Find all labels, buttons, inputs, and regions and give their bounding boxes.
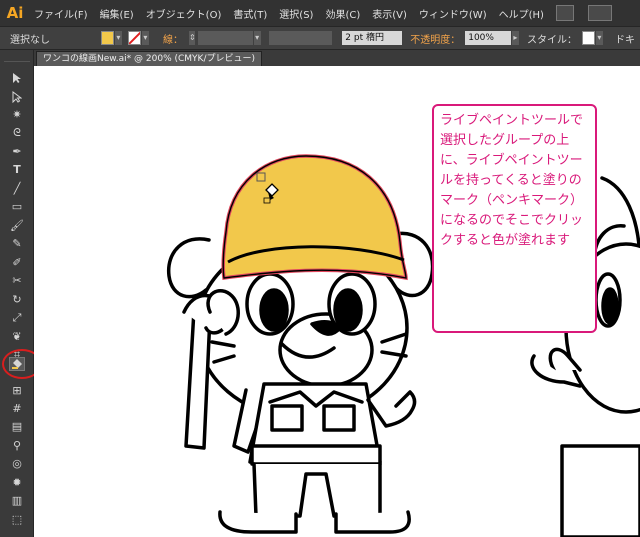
- menu-bar: Ai ファイル(F) 編集(E) オブジェクト(O) 書式(T) 選択(S) 効…: [0, 0, 640, 26]
- menu-object[interactable]: オブジェクト(O): [140, 6, 228, 21]
- paintbrush-tool-icon[interactable]: 🖌: [9, 219, 25, 233]
- menu-help[interactable]: ヘルプ(H): [493, 6, 550, 21]
- bridge-icon[interactable]: [555, 5, 574, 21]
- brush-definition[interactable]: 2 pt 楕円: [342, 31, 403, 45]
- arrange-documents-icon[interactable]: [587, 5, 612, 21]
- stroke-swatch[interactable]: [127, 31, 141, 45]
- scissors-tool-icon[interactable]: ✂: [9, 274, 25, 288]
- callout-text: ライブペイントツールで選択したグループの上に、ライブペイントツールを持ってくると…: [440, 113, 584, 248]
- blob-brush-tool-icon[interactable]: ✐: [9, 256, 25, 270]
- perspective-grid-tool-icon[interactable]: ⊞: [9, 384, 25, 398]
- mesh-tool-icon[interactable]: #: [9, 402, 25, 416]
- fill-dropdown[interactable]: ▾: [114, 31, 122, 45]
- toolbox: ✷ ᘓ ✒ T ╱ ▭ 🖌 ✎ ✐ ✂ ↻ ⤢ ❦ ⌗ ⊞ # ▤ ⚲ ◎ ✹ …: [0, 50, 34, 537]
- fill-swatch[interactable]: [101, 31, 114, 45]
- opacity-label[interactable]: 不透明度：: [402, 31, 465, 46]
- warp-tool-icon[interactable]: ❦: [9, 330, 25, 344]
- annotation-callout: ライブペイントツールで選択したグループの上に、ライブペイントツールを持ってくると…: [432, 104, 597, 333]
- menu-type[interactable]: 書式(T): [227, 6, 273, 21]
- graphic-style-swatch[interactable]: [582, 31, 595, 45]
- document-tab[interactable]: ワンコの線画New.ai* @ 200% (CMYK/プレビュー): [36, 51, 262, 67]
- rectangle-tool-icon[interactable]: ▭: [9, 200, 25, 214]
- column-graph-tool-icon[interactable]: ▥: [9, 494, 25, 508]
- app-logo: Ai: [6, 4, 24, 22]
- type-tool-icon[interactable]: T: [9, 163, 25, 177]
- eyedropper-tool-icon[interactable]: ⚲: [9, 439, 25, 453]
- document-tab-bar: ワンコの線画New.ai* @ 200% (CMYK/プレビュー): [34, 50, 640, 67]
- line-tool-icon[interactable]: ╱: [9, 182, 25, 196]
- selection-tool-icon[interactable]: [9, 71, 25, 85]
- control-bar: 選択なし ▾ ▾ 線： ⇕ ▾ 2 pt 楕円 不透明度： 100% ▸ スタイ…: [0, 26, 640, 50]
- opacity-dropdown[interactable]: ▸: [511, 31, 519, 45]
- stroke-label[interactable]: 線：: [149, 31, 188, 46]
- menu-file[interactable]: ファイル(F): [28, 6, 94, 21]
- symbol-sprayer-tool-icon[interactable]: ✹: [9, 476, 25, 490]
- pen-tool-icon[interactable]: ✒: [9, 145, 25, 159]
- magic-wand-tool-icon[interactable]: ✷: [9, 108, 25, 122]
- lasso-tool-icon[interactable]: ᘓ: [9, 126, 25, 140]
- gradient-tool-icon[interactable]: ▤: [9, 420, 25, 434]
- stroke-dropdown[interactable]: ▾: [141, 31, 149, 45]
- pencil-tool-icon[interactable]: ✎: [9, 237, 25, 251]
- stroke-weight-dropdown[interactable]: ▾: [253, 31, 261, 45]
- opacity-input[interactable]: 100%: [465, 31, 511, 45]
- menu-window[interactable]: ウィンドウ(W): [413, 6, 493, 21]
- scale-tool-icon[interactable]: ⤢: [9, 311, 25, 325]
- menu-view[interactable]: 表示(V): [366, 6, 413, 21]
- menu-edit[interactable]: 編集(E): [94, 6, 140, 21]
- style-label: スタイル：: [527, 34, 577, 46]
- variable-width-profile[interactable]: [268, 31, 333, 45]
- artboard-canvas[interactable]: ライブペイントツールで選択したグループの上に、ライブペイントツールを持ってくると…: [34, 66, 640, 537]
- artboard-tool-icon[interactable]: ⬚: [9, 513, 25, 527]
- selection-status: 選択なし: [10, 34, 50, 46]
- no-stroke-icon: [128, 32, 140, 44]
- graphic-style-dropdown[interactable]: ▾: [595, 31, 603, 45]
- document-setup-button[interactable]: ドキ: [603, 31, 640, 46]
- stroke-weight-input[interactable]: [197, 31, 253, 45]
- direct-selection-tool-icon[interactable]: [9, 90, 25, 104]
- stroke-weight-stepper[interactable]: ⇕: [188, 31, 196, 45]
- rotate-tool-icon[interactable]: ↻: [9, 293, 25, 307]
- blend-tool-icon[interactable]: ◎: [9, 457, 25, 471]
- menu-select[interactable]: 選択(S): [273, 6, 319, 21]
- toolbox-grip[interactable]: [4, 53, 30, 62]
- menu-effect[interactable]: 効果(C): [319, 6, 366, 21]
